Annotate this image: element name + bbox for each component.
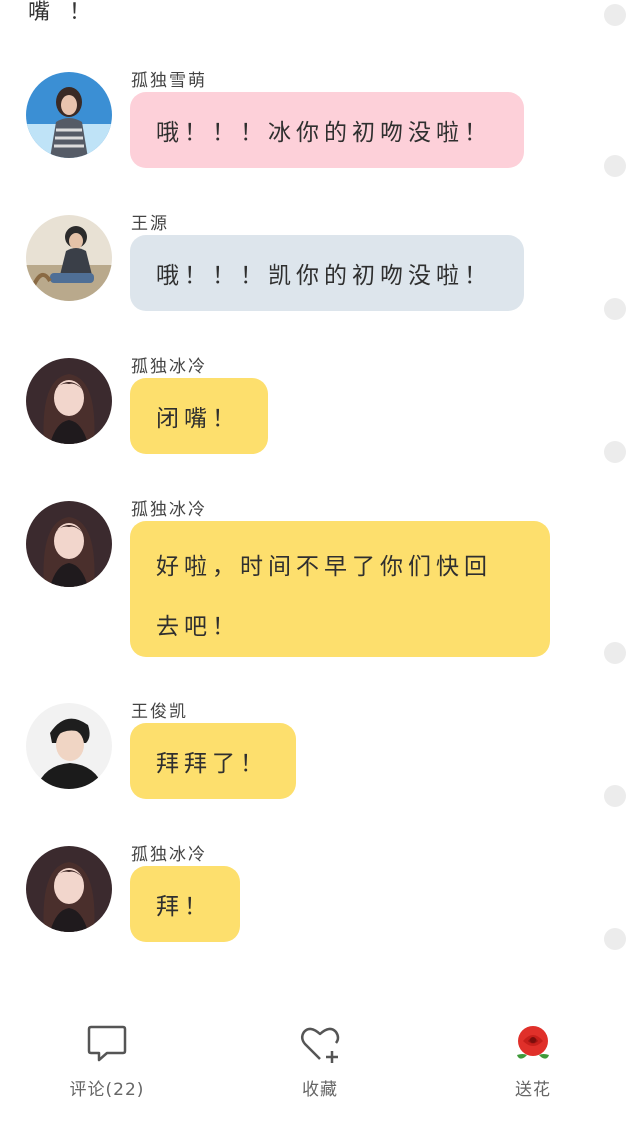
avatar[interactable] [26,72,112,158]
avatar[interactable] [26,703,112,789]
avatar[interactable] [26,358,112,444]
avatar[interactable] [26,846,112,932]
message-bubble: 哦！！！冰你的初吻没啦！ [130,92,524,168]
message-line: 去吧！ [156,614,240,640]
chat-screen: 嘴 ！ 孤独雪萌 哦！！！冰你的初吻没啦！ 王源 哦！！！凯你的初吻没啦！ 孤独… [0,0,640,1138]
speech-bubble-icon [87,1025,127,1062]
message-bubble: 拜！ [130,866,240,942]
avatar-beach-girl-icon [26,72,112,158]
previous-message-fragment: 嘴 ！ [28,0,97,25]
message-bubble: 好啦，时间不早了你们快回 去吧！ [130,521,550,657]
favorite-button[interactable]: 收藏 [250,1021,390,1100]
message-line: 好啦，时间不早了你们快回 [156,554,492,580]
timeline-dot [604,441,626,463]
avatar[interactable] [26,501,112,587]
avatar-long-hair-girl-icon [26,358,112,444]
rose-icon [517,1026,549,1059]
sender-name: 王源 [131,214,169,234]
avatar-long-hair-girl-icon [26,501,112,587]
sender-name: 孤独冰冷 [131,500,207,520]
sender-name: 孤独雪萌 [131,71,207,91]
avatar[interactable] [26,215,112,301]
sender-name: 王俊凯 [131,702,188,722]
timeline-dot [604,642,626,664]
comment-button[interactable]: 评论(22) [37,1021,177,1100]
timeline-dot [604,155,626,177]
timeline-dot [604,785,626,807]
sender-name: 孤独冰冷 [131,845,207,865]
timeline-dot [604,928,626,950]
avatar-long-hair-girl-icon [26,846,112,932]
sender-name: 孤独冰冷 [131,357,207,377]
bottom-action-bar: 评论(22) 收藏 送花 [0,1005,640,1138]
timeline-dot [604,4,626,26]
avatar-boy-black-shirt-icon [26,703,112,789]
message-bubble: 拜拜了！ [130,723,296,799]
comment-label: 评论(22) [69,1080,145,1100]
favorite-label: 收藏 [302,1080,338,1100]
flower-label: 送花 [515,1080,551,1100]
timeline-dot [604,298,626,320]
message-bubble: 哦！！！凯你的初吻没啦！ [130,235,524,311]
avatar-boy-sitting-icon [26,215,112,301]
heart-plus-icon [301,1027,340,1063]
send-flower-button[interactable]: 送花 [463,1021,603,1100]
message-bubble: 闭嘴！ [130,378,268,454]
